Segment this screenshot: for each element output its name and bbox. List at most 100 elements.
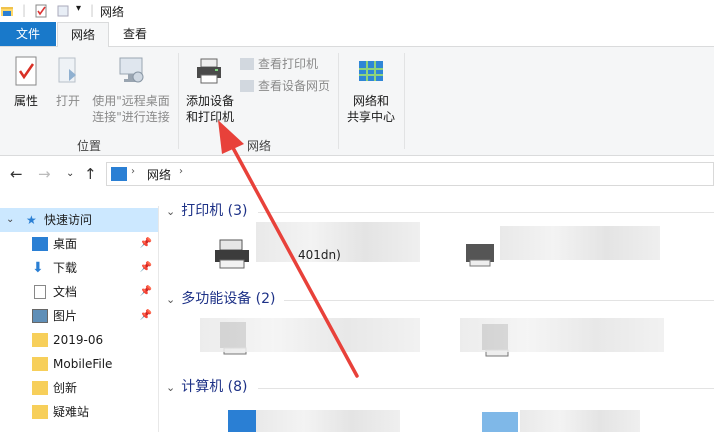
sidebar-item-folder-mobilefile[interactable]: MobileFile	[0, 352, 158, 376]
view-device-webpage-label: 查看设备网页	[258, 79, 331, 93]
pin-icon[interactable]: 📌	[140, 232, 152, 256]
pane-divider[interactable]	[158, 206, 159, 432]
title-bar: | ▾ | 网络	[0, 0, 714, 22]
open-button[interactable]: 打开	[50, 55, 86, 109]
folder-icon	[32, 357, 48, 371]
properties-button[interactable]: 属性	[6, 55, 46, 109]
desktop-icon	[32, 237, 48, 251]
sidebar-item-folder-troubleshoot[interactable]: 疑难站	[0, 400, 158, 424]
sidebar-item-label: 下载	[53, 261, 78, 275]
printer-icon-2[interactable]	[460, 238, 500, 272]
collapse-chevron-icon[interactable]: ⌄	[166, 293, 175, 306]
sidebar-item-label: MobileFile	[53, 357, 113, 371]
documents-icon	[34, 285, 46, 299]
back-icon[interactable]: ←	[10, 165, 23, 183]
add-devices-printers-button[interactable]: 添加设备 和打印机	[182, 55, 238, 125]
view-device-webpage-button[interactable]: 查看设备网页	[240, 77, 330, 95]
sidebar-item-folder-2019-06[interactable]: 2019-06	[0, 328, 158, 352]
open-icon	[58, 57, 76, 83]
ribbon-separator-2	[338, 53, 339, 149]
group-divider	[258, 388, 714, 389]
group-divider	[258, 212, 714, 213]
redacted-device-name	[200, 318, 420, 352]
window-title: 网络	[100, 5, 125, 19]
sidebar-item-label: 快速访问	[44, 213, 93, 227]
group-title: 计算机 (8)	[181, 379, 248, 395]
folder-icon	[32, 381, 48, 395]
sidebar-item-label: 文档	[53, 285, 78, 299]
printer-add-icon	[197, 58, 221, 84]
forward-icon[interactable]: →	[38, 165, 51, 183]
network-center-label-2: 共享中心	[346, 110, 395, 124]
sidebar-item-desktop[interactable]: 桌面 📌	[0, 232, 158, 256]
properties-icon[interactable]	[34, 4, 48, 18]
view-printers-button[interactable]: 查看打印机	[240, 55, 318, 73]
sidebar-item-label: 创新	[53, 381, 78, 395]
tab-view[interactable]: 查看	[110, 22, 160, 46]
sidebar-item-label: 疑难站	[53, 405, 90, 419]
breadcrumb-chevron-icon[interactable]: ›	[131, 166, 135, 177]
star-icon: ★	[26, 213, 37, 227]
new-folder-icon[interactable]	[56, 4, 70, 18]
network-sharing-center-button[interactable]: 网络和 共享中心	[342, 55, 400, 125]
remote-desktop-icon	[119, 57, 144, 83]
title-separator-2: |	[90, 3, 95, 17]
collapse-chevron-icon[interactable]: ⌄	[166, 381, 175, 394]
quick-access-dropdown-icon[interactable]: ▾	[76, 3, 81, 14]
pictures-icon	[32, 309, 48, 323]
group-label-network: 网络	[246, 139, 271, 153]
redacted-device-name	[460, 318, 664, 352]
up-icon[interactable]: ↑	[84, 165, 97, 183]
view-printers-label: 查看打印机	[258, 57, 319, 71]
pin-icon[interactable]: 📌	[140, 256, 152, 280]
navigation-pane: ⌄ ★ 快速访问 桌面 📌 ⬇ 下载 📌 文档 📌 图片 📌 2019-06 M…	[0, 206, 158, 432]
sidebar-item-label: 图片	[53, 309, 78, 323]
collapse-chevron-icon[interactable]: ⌄	[166, 205, 175, 218]
view-device-webpage-icon	[240, 80, 254, 92]
ribbon-separator	[178, 53, 179, 149]
properties-icon	[15, 56, 37, 86]
network-center-icon	[359, 61, 383, 81]
sidebar-item-downloads[interactable]: ⬇ 下载 📌	[0, 256, 158, 280]
add-devices-label-2: 和打印机	[185, 110, 234, 124]
sidebar-item-quick-access[interactable]: ⌄ ★ 快速访问	[0, 208, 158, 232]
folder-icon	[32, 405, 48, 419]
ribbon: 属性 打开 使用"远程桌面 连接"进行连接 位置 添加设备 和打印机 查看打印机…	[0, 47, 714, 156]
pin-icon[interactable]: 📌	[140, 280, 152, 304]
sidebar-item-documents[interactable]: 文档 📌	[0, 280, 158, 304]
redacted-device-name	[256, 410, 400, 432]
group-header-computers[interactable]: ⌄ 计算机 (8)	[166, 376, 248, 398]
pin-icon[interactable]: 📌	[140, 304, 152, 328]
ribbon-separator-3	[404, 53, 405, 149]
tab-network[interactable]: 网络	[57, 22, 109, 48]
printer-icon[interactable]	[212, 236, 252, 272]
tab-file[interactable]: 文件	[0, 22, 56, 46]
download-icon: ⬇	[32, 260, 44, 276]
group-header-printers[interactable]: ⌄ 打印机 (3)	[166, 200, 248, 222]
folder-icon	[1, 7, 13, 16]
open-label: 打开	[55, 94, 80, 108]
breadcrumb-chevron-icon-2[interactable]: ›	[179, 166, 183, 177]
remote-desktop-label-2: 连接"进行连接	[92, 110, 170, 124]
address-bar[interactable]: › 网络 ›	[106, 162, 714, 186]
add-devices-label-1: 添加设备	[185, 94, 234, 108]
remote-desktop-button[interactable]: 使用"远程桌面 连接"进行连接	[88, 55, 174, 125]
folder-icon	[32, 333, 48, 347]
expand-chevron-icon[interactable]: ⌄	[6, 208, 14, 232]
redacted-device-name	[500, 226, 660, 260]
sidebar-item-label: 2019-06	[53, 333, 104, 347]
network-center-label-1: 网络和	[352, 94, 389, 108]
printer-name-fragment: 401dn)	[298, 248, 341, 262]
remote-desktop-label-1: 使用"远程桌面	[92, 94, 170, 108]
computer-icon-2[interactable]	[480, 410, 520, 432]
breadcrumb-network[interactable]: 网络	[147, 166, 171, 183]
recent-locations-icon[interactable]: ⌄	[66, 168, 74, 179]
group-title: 多功能设备 (2)	[181, 291, 276, 307]
group-header-multifunction[interactable]: ⌄ 多功能设备 (2)	[166, 288, 276, 310]
sidebar-item-label: 桌面	[53, 237, 78, 251]
view-printers-icon	[240, 58, 254, 70]
sidebar-item-pictures[interactable]: 图片 📌	[0, 304, 158, 328]
group-title: 打印机 (3)	[181, 203, 248, 219]
group-label-location: 位置	[76, 139, 101, 153]
sidebar-item-folder-innovation[interactable]: 创新	[0, 376, 158, 400]
